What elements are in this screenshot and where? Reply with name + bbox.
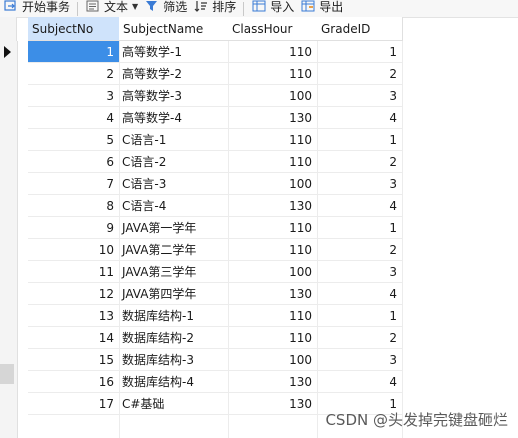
import-button[interactable]: 导入 [248,0,297,15]
subjectno-cell[interactable]: 14 [28,327,120,349]
subjectname-cell[interactable]: JAVA第二学年 [119,239,229,261]
gradeid-cell[interactable]: 4 [317,283,403,305]
watermark: CSDN @头发掉完键盘砸烂 [325,411,508,429]
header-corner [0,17,17,41]
subjectname-cell[interactable]: 高等数学-4 [119,107,229,129]
classhour-cell[interactable]: 110 [228,305,318,327]
subjectno-cell[interactable]: 1 [28,41,120,63]
gradeid-cell[interactable]: 2 [317,151,403,173]
classhour-cell[interactable]: 110 [228,63,318,85]
subjectname-cell[interactable]: 数据库结构-1 [119,305,229,327]
subjectno-cell[interactable]: 8 [28,195,120,217]
classhour-cell[interactable]: 130 [228,371,318,393]
subjectname-cell[interactable]: JAVA第三学年 [119,261,229,283]
import-icon [252,0,266,12]
filter-label: 筛选 [163,0,188,14]
current-row-arrow-icon [4,46,11,58]
subjectname-cell[interactable]: C语言-4 [119,195,229,217]
text-button[interactable]: 文本 ▼ [82,0,141,15]
text-icon [86,0,100,12]
classhour-cell[interactable]: 100 [228,85,318,107]
subjectno-cell[interactable]: 10 [28,239,120,261]
subjectname-cell[interactable]: 高等数学-3 [119,85,229,107]
column-header-gradeid[interactable]: GradeID [317,17,403,41]
gradeid-cell[interactable]: 2 [317,63,403,85]
subjectno-cell[interactable]: 13 [28,305,120,327]
subjectname-cell[interactable]: JAVA第四学年 [119,283,229,305]
column-header-subjectno[interactable]: SubjectNo [28,17,120,41]
filter-icon [145,0,159,12]
transaction-icon [4,0,18,12]
import-label: 导入 [270,0,295,14]
chevron-down-icon: ▼ [132,1,139,11]
classhour-cell[interactable]: 100 [228,349,318,371]
toolbar: 开始事务 文本 ▼ 筛选 排序 导入 导出 [0,0,518,18]
scroll-marker[interactable] [0,364,14,384]
subjectno-cell[interactable]: 17 [28,393,120,415]
classhour-cell[interactable]: 110 [228,217,318,239]
subjectno-cell[interactable]: 2 [28,63,120,85]
classhour-cell[interactable]: 110 [228,327,318,349]
subjectno-cell[interactable]: 3 [28,85,120,107]
subjectname-cell[interactable]: 高等数学-2 [119,63,229,85]
gradeid-cell[interactable]: 3 [317,261,403,283]
classhour-cell[interactable]: 110 [228,151,318,173]
filter-button[interactable]: 筛选 [141,0,190,15]
sort-label: 排序 [212,0,237,14]
export-button[interactable]: 导出 [297,0,346,15]
column-header-subjectname[interactable]: SubjectName [119,17,229,41]
subjectname-cell[interactable]: C语言-2 [119,151,229,173]
classhour-cell[interactable]: 100 [228,173,318,195]
gradeid-cell[interactable]: 1 [317,41,403,63]
column-header-classhour[interactable]: ClassHour [228,17,318,41]
subjectno-cell[interactable]: 11 [28,261,120,283]
gradeid-cell[interactable]: 1 [317,305,403,327]
subjectname-cell[interactable]: 数据库结构-4 [119,371,229,393]
subjectname-cell[interactable]: C语言-3 [119,173,229,195]
begin-transaction-label: 开始事务 [22,0,71,14]
gradeid-cell[interactable]: 1 [317,217,403,239]
classhour-cell[interactable]: 130 [228,393,318,415]
sort-icon [194,0,208,12]
export-label: 导出 [319,0,344,14]
subjectno-cell[interactable]: 12 [28,283,120,305]
text-label: 文本 [104,0,129,14]
sort-button[interactable]: 排序 [190,0,239,15]
gradeid-cell[interactable]: 3 [317,85,403,107]
subjectno-cell[interactable]: 15 [28,349,120,371]
classhour-cell[interactable]: 100 [228,261,318,283]
subjectno-cell[interactable]: 7 [28,173,120,195]
gradeid-cell[interactable]: 4 [317,195,403,217]
toolbar-separator [77,1,79,16]
gradeid-cell[interactable]: 2 [317,239,403,261]
gradeid-cell[interactable]: 1 [317,129,403,151]
subjectno-cell[interactable]: 5 [28,129,120,151]
classhour-cell[interactable]: 130 [228,283,318,305]
begin-transaction-button[interactable]: 开始事务 [0,0,73,15]
subjectname-cell[interactable]: C#基础 [119,393,229,415]
subjectname-cell[interactable]: C语言-1 [119,129,229,151]
subjectname-cell[interactable]: 数据库结构-3 [119,349,229,371]
classhour-cell[interactable]: 130 [228,107,318,129]
subjectno-cell[interactable]: 9 [28,217,120,239]
subjectname-cell[interactable]: JAVA第一学年 [119,217,229,239]
export-icon [301,0,315,12]
subjectno-cell[interactable]: 16 [28,371,120,393]
gradeid-cell[interactable]: 2 [317,327,403,349]
subjectno-cell[interactable]: 4 [28,107,120,129]
subjectno-cell[interactable]: 6 [28,151,120,173]
toolbar-separator [243,1,245,16]
gradeid-cell[interactable]: 4 [317,107,403,129]
subjectname-cell[interactable]: 高等数学-1 [119,41,229,63]
classhour-cell[interactable]: 110 [228,239,318,261]
subjectname-cell[interactable]: 数据库结构-2 [119,327,229,349]
classhour-cell[interactable]: 110 [228,41,318,63]
gradeid-cell[interactable]: 3 [317,173,403,195]
gradeid-cell[interactable]: 3 [317,349,403,371]
classhour-cell[interactable]: 110 [228,129,318,151]
gradeid-cell[interactable]: 4 [317,371,403,393]
classhour-cell[interactable]: 130 [228,195,318,217]
